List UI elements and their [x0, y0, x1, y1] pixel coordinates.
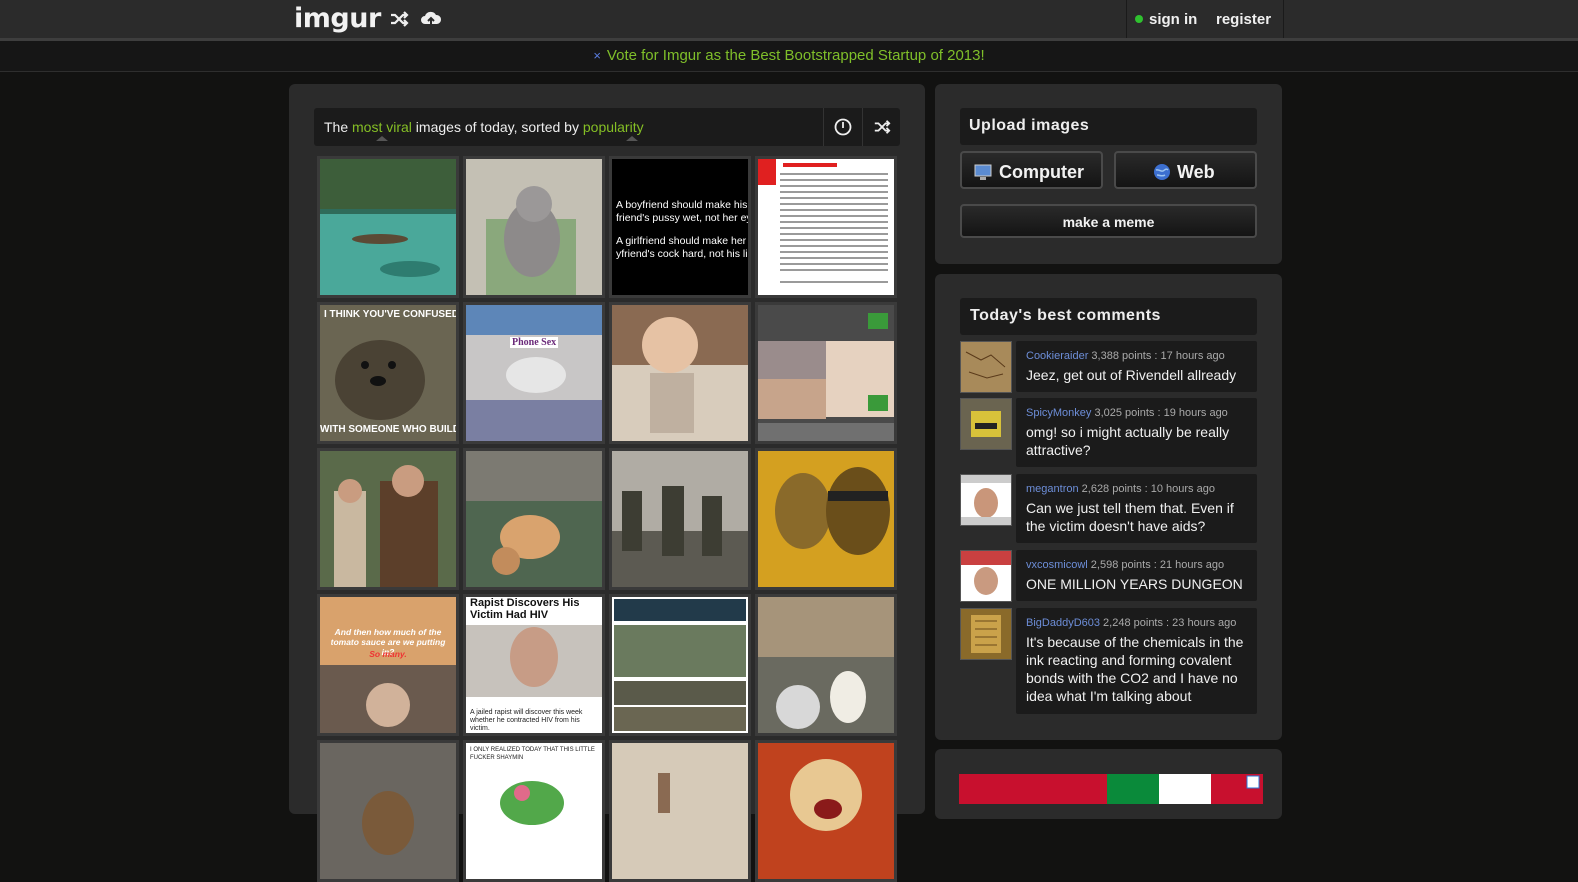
upload-panel: Upload images Computer Web make a meme [935, 84, 1282, 264]
gallery-thumbnail[interactable] [463, 156, 605, 298]
gallery-thumbnail[interactable] [609, 740, 751, 882]
gallery-thumbnail[interactable] [609, 594, 751, 736]
gallery-thumbnail[interactable] [609, 302, 751, 444]
globe-icon [1154, 164, 1170, 180]
gallery-panel: The most viral images of today, sorted b… [289, 84, 925, 882]
online-dot-icon [1135, 15, 1143, 23]
gallery-thumbnail[interactable] [755, 740, 897, 882]
imgur-logo[interactable]: imgur [294, 3, 381, 34]
comment-text: omg! so i might actually be really attra… [1026, 424, 1230, 458]
gallery-thumbnail[interactable] [317, 740, 459, 882]
thumbnail-caption: Phone Sex [510, 337, 559, 348]
ad-banner[interactable] [959, 774, 1263, 804]
comment-item[interactable]: megantron 2,628 points : 10 hours ago Ca… [960, 474, 1257, 543]
upload-cloud-icon[interactable] [420, 9, 442, 29]
sign-in-link[interactable]: sign in [1135, 11, 1197, 28]
top-navbar: imgur sign in register [0, 0, 1578, 41]
comment-username[interactable]: SpicyMonkey [1026, 407, 1091, 419]
gallery-thumbnail[interactable]: I ONLY REALIZED TODAY THAT THIS LITTLE F… [463, 740, 605, 882]
dropdown-caret-icon [626, 136, 638, 141]
comment-text: Jeez, get out of Rivendell allready [1026, 367, 1237, 383]
clock-icon [834, 118, 852, 136]
comment-thumbnail[interactable] [960, 474, 1012, 526]
comment-username[interactable]: vxcosmicowl [1026, 559, 1088, 571]
comment-text: ONE MILLION YEARS DUNGEON [1026, 576, 1243, 592]
random-button[interactable] [862, 108, 901, 146]
gallery-header: The most viral images of today, sorted b… [314, 108, 900, 146]
upload-computer-button[interactable]: Computer [960, 151, 1103, 189]
shuffle-icon[interactable] [389, 9, 409, 29]
sort-order-dropdown[interactable]: popularity [583, 119, 644, 135]
gallery-thumbnail[interactable] [317, 156, 459, 298]
best-comments-panel: Today's best comments Cookieraider 3,388… [935, 274, 1282, 740]
comment-thumbnail[interactable] [960, 341, 1012, 393]
gallery-thumbnail[interactable] [317, 448, 459, 590]
time-filter-button[interactable] [823, 108, 862, 146]
gallery-title: The most viral images of today, sorted b… [324, 119, 644, 135]
comment-item[interactable]: SpicyMonkey 3,025 points : 19 hours ago … [960, 398, 1257, 467]
gallery-thumbnail[interactable] [755, 594, 897, 736]
gallery-thumbnail[interactable]: Rapist Discovers His Victim Had HIV A ja… [463, 594, 605, 736]
gallery-thumbnail[interactable] [609, 448, 751, 590]
close-icon[interactable]: × [593, 48, 601, 63]
gallery-thumbnail[interactable]: A boyfriend should make his friend's pus… [609, 156, 751, 298]
comment-text: It's because of the chemicals in the ink… [1026, 634, 1244, 704]
ad-panel [935, 749, 1282, 819]
dropdown-caret-icon [376, 136, 388, 141]
upload-web-button[interactable]: Web [1114, 151, 1257, 189]
computer-icon [974, 164, 992, 180]
comment-item[interactable]: BigDaddyD603 2,248 points : 23 hours ago… [960, 608, 1257, 714]
gallery-thumbnail[interactable] [755, 448, 897, 590]
account-links: sign in register [1126, 0, 1284, 38]
comment-username[interactable]: megantron [1026, 483, 1079, 495]
announcement-link[interactable]: Vote for Imgur as the Best Bootstrapped … [607, 47, 985, 64]
comments-header: Today's best comments [960, 298, 1257, 335]
announcement-bar: × Vote for Imgur as the Best Bootstrapped… [0, 41, 1578, 72]
comment-item[interactable]: Cookieraider 3,388 points : 17 hours ago… [960, 341, 1257, 393]
gallery-thumbnail[interactable]: And then how much of the tomato sauce ar… [317, 594, 459, 736]
comment-item[interactable]: vxcosmicowl 2,598 points : 21 hours ago … [960, 550, 1257, 602]
sort-section-dropdown[interactable]: most viral [352, 119, 412, 135]
comment-username[interactable]: Cookieraider [1026, 350, 1088, 362]
gallery-thumbnail[interactable]: I THINK YOU'VE CONFUSED ME WITH SOMEONE … [317, 302, 459, 444]
gallery-thumbnail[interactable]: Phone Sex [463, 302, 605, 444]
shuffle-icon [874, 120, 891, 134]
comment-thumbnail[interactable] [960, 550, 1012, 602]
gallery-thumbnail[interactable] [463, 448, 605, 590]
gallery-thumbnail[interactable] [755, 156, 897, 298]
make-meme-button[interactable]: make a meme [960, 204, 1257, 238]
comment-text: Can we just tell them that. Even if the … [1026, 500, 1234, 534]
comment-username[interactable]: BigDaddyD603 [1026, 617, 1100, 629]
comment-thumbnail[interactable] [960, 398, 1012, 450]
upload-header: Upload images [960, 108, 1257, 145]
gallery-thumbnail[interactable] [755, 302, 897, 444]
register-link[interactable]: register [1216, 11, 1271, 28]
comment-thumbnail[interactable] [960, 608, 1012, 660]
